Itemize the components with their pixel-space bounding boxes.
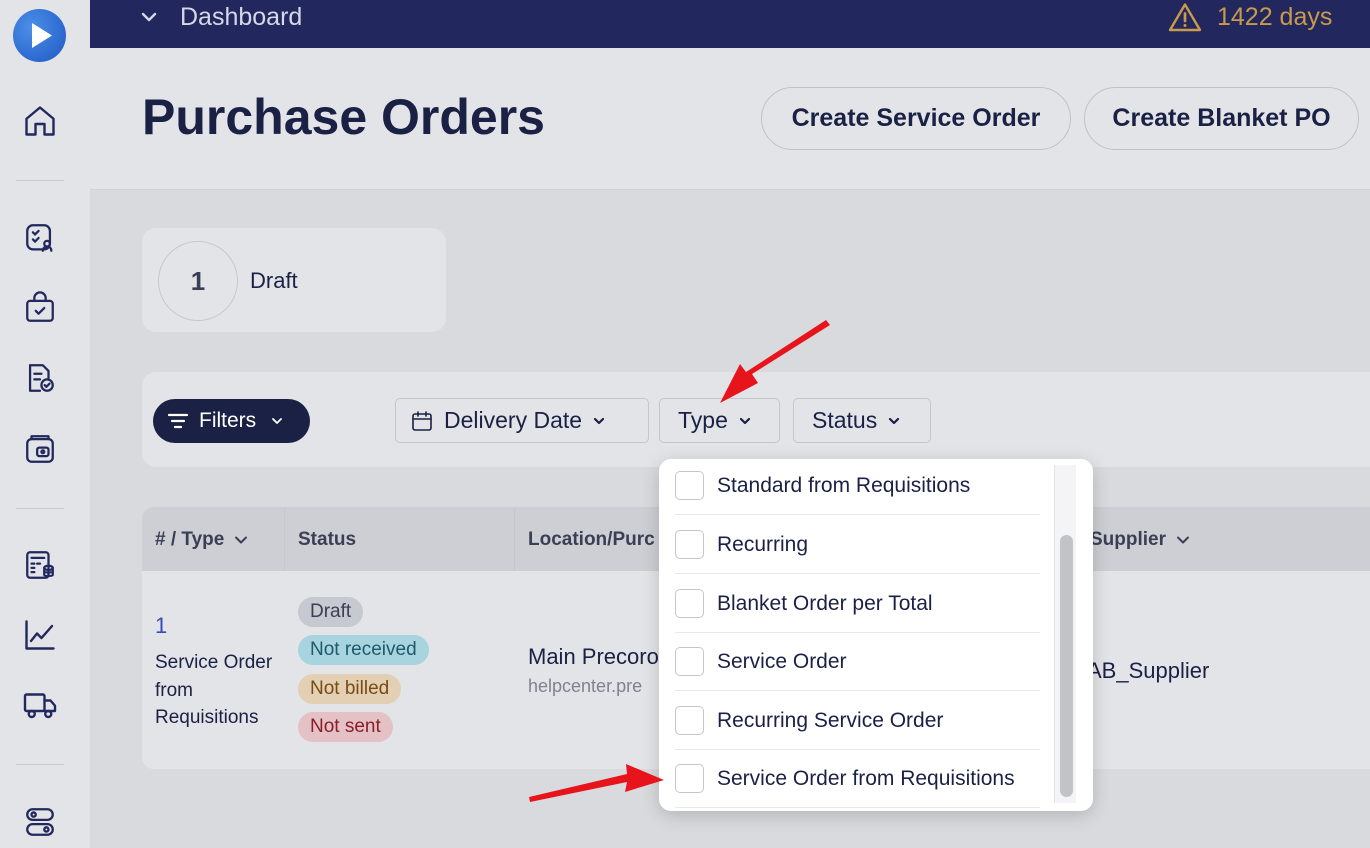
chevron-down-icon: [272, 418, 283, 424]
settings-toggle-icon[interactable]: [20, 802, 60, 842]
chevron-down-icon: [739, 417, 750, 424]
filters-button-label: Filters: [199, 409, 257, 432]
filter-lines-icon: [167, 413, 189, 429]
red-arrow-icon: [529, 764, 664, 802]
type-filter-label: Type: [678, 407, 728, 433]
option-label: Service Order from Requisitions: [717, 766, 1015, 790]
checkbox[interactable]: [675, 764, 704, 793]
type-option-service-order[interactable]: Service Order: [675, 633, 1040, 691]
status-badge-not-received: Not received: [298, 635, 429, 665]
sidebar-divider: [16, 764, 64, 765]
supplier-name: AB_Supplier: [1087, 658, 1210, 683]
option-label: Service Order: [717, 649, 847, 673]
status-filter[interactable]: Status: [793, 398, 931, 443]
breadcrumb[interactable]: Dashboard: [180, 3, 302, 32]
warning-icon: [1168, 3, 1202, 32]
chevron-down-icon: [1177, 536, 1190, 544]
checkbox[interactable]: [675, 647, 704, 676]
top-bar: Dashboard 1422 days: [90, 0, 1370, 48]
trial-days-counter[interactable]: 1422 days: [1217, 3, 1332, 32]
filters-button[interactable]: Filters: [153, 399, 310, 443]
create-service-order-button[interactable]: Create Service Order: [761, 87, 1071, 150]
po-type: Service Order from Requisitions: [155, 652, 273, 728]
sidebar-divider: [16, 508, 64, 509]
dropdown-scrollbar[interactable]: [1054, 465, 1076, 803]
option-label: Recurring Service Order: [717, 708, 944, 732]
draft-label: Draft: [250, 268, 298, 293]
draft-count: 1: [158, 241, 238, 321]
status-badge-not-billed: Not billed: [298, 674, 402, 704]
requisitions-icon[interactable]: [20, 218, 60, 258]
chevron-down-icon[interactable]: [140, 8, 158, 26]
home-icon[interactable]: [20, 101, 60, 141]
column-header-status-label: Status: [298, 529, 357, 550]
status-badge-draft: Draft: [298, 597, 364, 627]
checkbox[interactable]: [675, 530, 704, 559]
purchase-orders-icon[interactable]: [20, 288, 60, 328]
column-header-supplier[interactable]: Supplier: [1090, 529, 1192, 551]
option-label: Standard from Requisitions: [717, 473, 971, 497]
type-option-recurring[interactable]: Recurring: [675, 516, 1040, 574]
column-header-type[interactable]: # / Type: [155, 529, 250, 551]
column-header-status: Status: [298, 529, 356, 551]
delivery-truck-icon[interactable]: [20, 685, 60, 725]
location-subtext: helpcenter.pre: [528, 676, 643, 696]
column-header-type-label: # / Type: [155, 529, 225, 550]
checkbox[interactable]: [675, 589, 704, 618]
delivery-date-label: Delivery Date: [444, 407, 583, 433]
location-name: Main Precoro: [528, 644, 659, 669]
delivery-date-filter[interactable]: Delivery Date: [395, 398, 649, 443]
chevron-down-icon: [889, 417, 900, 424]
logo-play-icon: [32, 23, 52, 48]
create-blanket-po-button[interactable]: Create Blanket PO: [1084, 87, 1359, 150]
sidebar-divider: [16, 180, 64, 181]
page-header: Purchase Orders Create Service Order Cre…: [90, 48, 1370, 190]
chevron-down-icon: [235, 536, 248, 544]
draft-summary-card[interactable]: 1 Draft: [142, 228, 446, 332]
checkbox[interactable]: [675, 471, 704, 500]
analytics-icon[interactable]: [20, 615, 60, 655]
status-filter-label: Status: [812, 407, 878, 433]
type-filter[interactable]: Type: [659, 398, 780, 443]
invoices-icon[interactable]: [20, 358, 60, 398]
sidebar: [0, 0, 90, 848]
type-dropdown-menu: Standard from Requisitions Recurring Bla…: [659, 459, 1093, 811]
calendar-icon: [412, 410, 432, 431]
budgets-icon[interactable]: [20, 545, 60, 585]
page-title: Purchase Orders: [142, 89, 545, 145]
filter-bar: Filters Delivery Date Type Status: [142, 372, 1370, 467]
column-header-location-label: Location/Purc: [528, 529, 655, 550]
column-header-supplier-label: Supplier: [1090, 529, 1167, 550]
status-badge-not-sent: Not sent: [298, 712, 393, 742]
option-label: Recurring: [717, 532, 809, 556]
app-logo[interactable]: [13, 9, 66, 62]
type-option-service-order-from-requisitions[interactable]: Service Order from Requisitions: [675, 750, 1040, 808]
receipts-icon[interactable]: [20, 429, 60, 469]
type-option-standard-from-requisitions[interactable]: Standard from Requisitions: [675, 459, 1040, 515]
chevron-down-icon: [593, 417, 605, 424]
type-option-recurring-service-order[interactable]: Recurring Service Order: [675, 692, 1040, 750]
type-option-blanket-order-per-total[interactable]: Blanket Order per Total: [675, 575, 1040, 633]
checkbox[interactable]: [675, 706, 704, 735]
column-header-location[interactable]: Location/Purc: [528, 529, 655, 551]
option-label: Blanket Order per Total: [717, 591, 933, 615]
scrollbar-thumb[interactable]: [1060, 535, 1073, 797]
po-number-link[interactable]: 1: [155, 613, 167, 639]
